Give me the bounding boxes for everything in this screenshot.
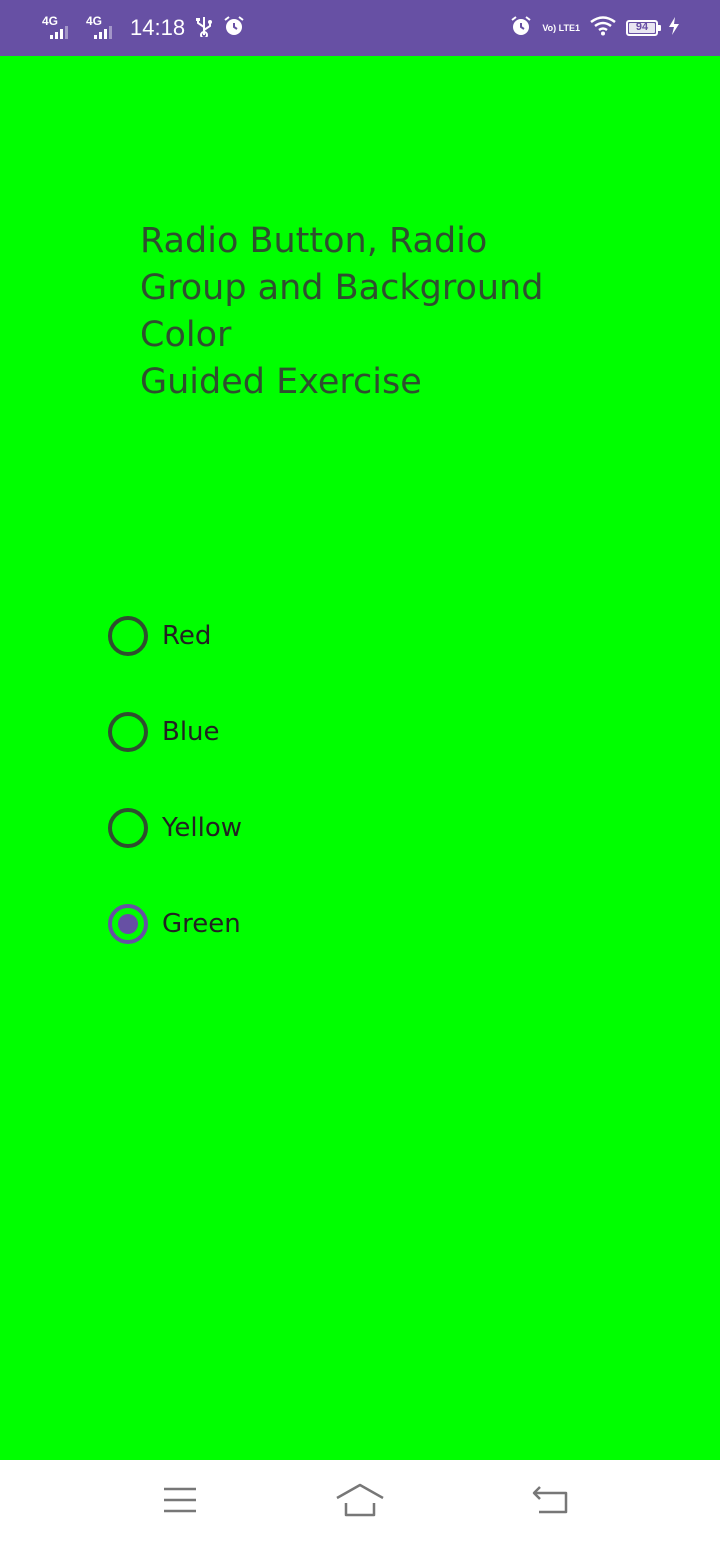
main-content: Radio Button, Radio Group and Background… [0,56,720,1460]
home-button[interactable] [336,1478,384,1526]
radio-label: Red [162,621,212,651]
status-left: 4G 4G 14:18 [40,12,245,44]
network-signal-2: 4G [84,15,118,41]
home-icon [335,1483,385,1521]
back-icon [531,1485,569,1519]
battery-icon: 94 [626,20,661,36]
radio-button[interactable] [108,808,148,848]
radio-label: Blue [162,717,220,747]
back-button[interactable] [526,1478,574,1526]
radio-option-yellow[interactable]: Yellow [108,780,242,876]
radio-option-green[interactable]: Green [108,876,242,972]
volte-indicator: Vo) LTE1 [542,22,580,33]
signal-icon [94,26,112,39]
menu-icon [163,1486,197,1518]
wifi-icon [590,16,616,40]
radio-button[interactable] [108,616,148,656]
radio-label: Green [162,909,241,939]
signal-icon [50,26,68,39]
radio-button-checked[interactable] [108,904,148,944]
status-right: Vo) LTE1 94 [510,12,680,44]
status-bar: 4G 4G 14:18 Vo) LTE1 94 [0,0,720,56]
alarm-icon [510,15,532,41]
clock: 14:18 [130,15,186,40]
page-title: Radio Button, Radio Group and Background… [140,221,544,402]
alarm-icon [223,15,245,41]
radio-option-blue[interactable]: Blue [108,684,242,780]
menu-button[interactable] [156,1478,204,1526]
navigation-bar [0,1460,720,1544]
battery-level: 94 [635,21,649,33]
usb-icon [195,15,213,41]
network-signal-1: 4G [40,15,74,41]
radio-label: Yellow [162,813,243,843]
charging-icon [668,16,680,40]
radio-option-red[interactable]: Red [108,588,242,684]
color-radio-group: Red Blue Yellow Green [108,588,242,972]
radio-button[interactable] [108,712,148,752]
radio-selected-dot [118,914,138,934]
